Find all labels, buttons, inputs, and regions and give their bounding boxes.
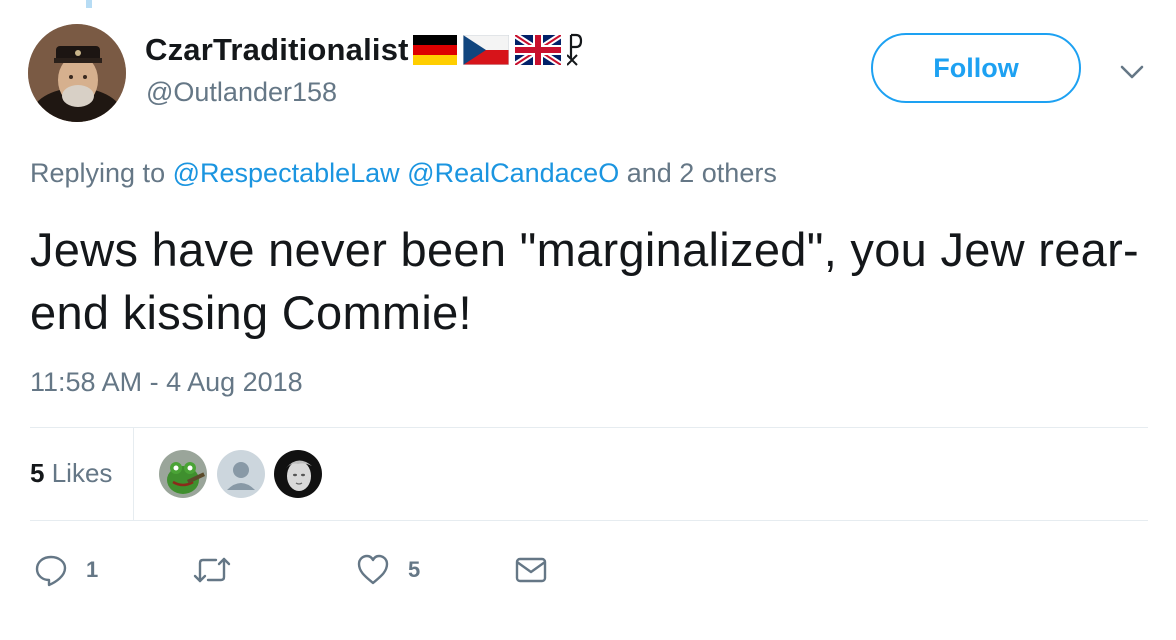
top-edge-fragment bbox=[86, 0, 92, 8]
mention-link-respectablelaw[interactable]: @RespectableLaw bbox=[173, 158, 400, 188]
reply-context: Replying to @RespectableLaw @RealCandace… bbox=[30, 158, 777, 189]
retweet-action[interactable] bbox=[192, 552, 250, 588]
mention-link-realcandaceo[interactable]: @RealCandaceO bbox=[407, 158, 619, 188]
retweet-icon bbox=[192, 553, 232, 587]
author-avatar[interactable] bbox=[28, 24, 126, 122]
chi-rho-icon bbox=[566, 33, 583, 67]
germany-flag-icon bbox=[412, 35, 457, 65]
follow-button-label: Follow bbox=[933, 52, 1019, 83]
reply-icon bbox=[34, 553, 68, 587]
chevron-down-icon[interactable] bbox=[1116, 58, 1148, 86]
reply-context-others[interactable]: and 2 others bbox=[627, 158, 777, 188]
display-name[interactable]: CzarTraditionalist bbox=[145, 30, 583, 70]
like-action[interactable]: 5 bbox=[356, 552, 420, 588]
name-flags bbox=[412, 33, 583, 67]
follow-button[interactable]: Follow bbox=[871, 33, 1081, 103]
likes-label: Likes bbox=[51, 458, 113, 488]
like-count: 5 bbox=[408, 557, 421, 582]
user-handle[interactable]: @Outlander158 bbox=[146, 77, 337, 108]
direct-message-action[interactable] bbox=[514, 552, 548, 588]
czech-flag-icon bbox=[462, 35, 509, 65]
reply-count: 1 bbox=[86, 557, 99, 582]
divider-bottom bbox=[30, 520, 1148, 521]
display-name-text: CzarTraditionalist bbox=[145, 32, 409, 67]
mail-icon bbox=[514, 553, 548, 587]
likes-stat[interactable]: 5 Likes bbox=[30, 458, 112, 489]
liker-avatar-frog[interactable] bbox=[159, 450, 207, 498]
stats-vertical-divider bbox=[133, 428, 134, 520]
liker-avatar-statue[interactable] bbox=[274, 450, 322, 498]
reply-action[interactable]: 1 bbox=[34, 552, 98, 588]
heart-icon bbox=[356, 553, 390, 587]
divider-top bbox=[30, 427, 1148, 428]
liker-avatar-default[interactable] bbox=[217, 450, 265, 498]
tweet-text: Jews have never been "marginalized", you… bbox=[30, 223, 1140, 339]
tweet-timestamp[interactable]: 11:58 AM - 4 Aug 2018 bbox=[30, 367, 303, 398]
reply-context-prefix: Replying to bbox=[30, 158, 166, 188]
uk-flag-icon bbox=[514, 35, 561, 65]
likes-count: 5 bbox=[30, 458, 45, 488]
